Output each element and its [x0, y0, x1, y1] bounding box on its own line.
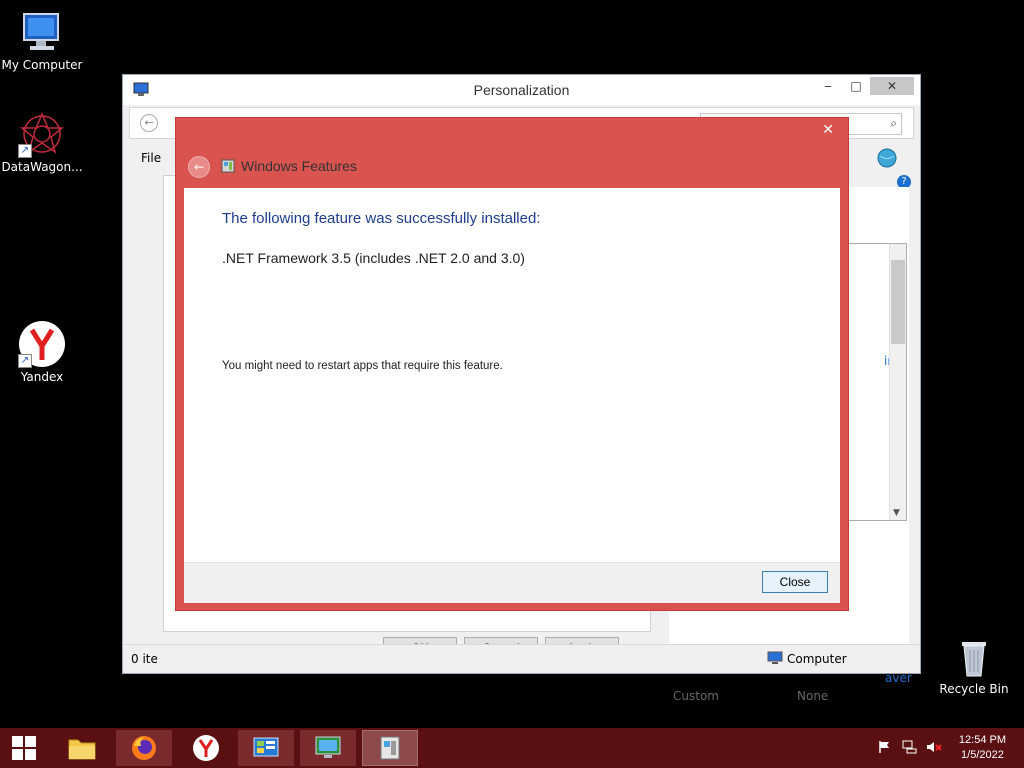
- globe-icon[interactable]: [876, 147, 898, 169]
- scrollbar[interactable]: ▼: [889, 244, 906, 520]
- custom-caption: Custom: [673, 689, 719, 703]
- desktop-icon-label: My Computer: [1, 58, 83, 72]
- desktop-icon-label: Yandex: [20, 370, 64, 384]
- desktop-icon-label: Recycle Bin: [939, 682, 1009, 696]
- recycle-bin-icon: [950, 632, 998, 680]
- system-tray: 12:54 PM 1/5/2022: [864, 728, 1024, 768]
- dialog-body: The following feature was successfully i…: [184, 188, 840, 562]
- taskbar-personalization[interactable]: [300, 730, 356, 766]
- taskbar-firefox[interactable]: [116, 730, 172, 766]
- restart-note: You might need to restart apps that requ…: [222, 360, 503, 372]
- taskbar-windows-features[interactable]: [362, 730, 418, 766]
- firefox-icon: [132, 736, 156, 760]
- control-panel-icon: [253, 737, 279, 757]
- yandex-icon: ↗: [18, 320, 66, 368]
- search-icon: ⌕: [890, 116, 897, 130]
- shortcut-arrow-icon: ↗: [18, 354, 32, 368]
- dialog-close-button[interactable]: ✕: [822, 122, 834, 138]
- shortcut-arrow-icon: ↗: [18, 144, 32, 158]
- desktop-icon-my-computer[interactable]: My Computer: [0, 8, 84, 72]
- window-title: Personalization: [473, 82, 570, 98]
- none-caption: None: [797, 689, 829, 703]
- computer-icon: [18, 8, 66, 56]
- dialog-footer: Close: [184, 562, 840, 603]
- dialog-title: Windows Features: [241, 158, 357, 174]
- scroll-down-icon[interactable]: ▼: [893, 508, 900, 518]
- action-center-flag-icon[interactable]: [878, 740, 892, 757]
- success-heading: The following feature was successfully i…: [222, 210, 541, 227]
- desktop-icon-yandex[interactable]: ↗ Yandex: [0, 320, 84, 384]
- windows-features-dialog: ✕ ← Windows Features The following featu…: [176, 118, 848, 610]
- volume-muted-icon[interactable]: [926, 740, 942, 757]
- yandex-icon: [193, 735, 219, 761]
- status-bar: 0 ite Computer: [123, 644, 920, 673]
- status-item-count: 0 ite: [131, 652, 158, 666]
- taskbar: 12:54 PM 1/5/2022: [0, 728, 1024, 768]
- taskbar-file-explorer[interactable]: [54, 730, 110, 766]
- network-icon[interactable]: [902, 740, 918, 757]
- desktop-icon-datawagon[interactable]: ↗ DataWagon...: [0, 110, 84, 174]
- close-button[interactable]: ✕: [870, 77, 914, 95]
- back-arrow-icon[interactable]: ←: [140, 114, 158, 132]
- windows-features-icon: [380, 736, 400, 760]
- desktop-icon-label: DataWagon...: [1, 160, 83, 174]
- status-zone: Computer: [787, 652, 847, 666]
- back-button[interactable]: ←: [188, 156, 210, 178]
- computer-icon: [767, 650, 783, 669]
- clock-time: 12:54 PM: [958, 734, 1006, 746]
- datawagon-icon: ↗: [18, 110, 66, 158]
- minimize-button[interactable]: ‒: [814, 77, 842, 95]
- start-button[interactable]: [0, 730, 48, 766]
- scrollbar-thumb[interactable]: [891, 260, 905, 344]
- clock[interactable]: 12:54 PM 1/5/2022: [959, 733, 1006, 763]
- folder-icon: [68, 739, 96, 760]
- windows-logo-icon: [12, 736, 36, 760]
- menu-file[interactable]: File: [141, 151, 161, 165]
- clock-date: 1/5/2022: [961, 749, 1004, 761]
- screensaver-link[interactable]: aver: [885, 671, 912, 685]
- taskbar-yandex[interactable]: [178, 730, 234, 766]
- taskbar-control-panel[interactable]: [238, 730, 294, 766]
- window-titlebar[interactable]: Personalization ‒ □ ✕: [123, 75, 920, 105]
- close-button[interactable]: Close: [762, 571, 828, 593]
- personalization-icon: [315, 736, 341, 758]
- installed-feature-name: .NET Framework 3.5 (includes .NET 2.0 an…: [222, 250, 525, 266]
- windows-features-icon: [220, 158, 236, 174]
- maximize-button[interactable]: □: [842, 77, 870, 95]
- desktop-icon-recycle-bin[interactable]: Recycle Bin: [932, 632, 1016, 696]
